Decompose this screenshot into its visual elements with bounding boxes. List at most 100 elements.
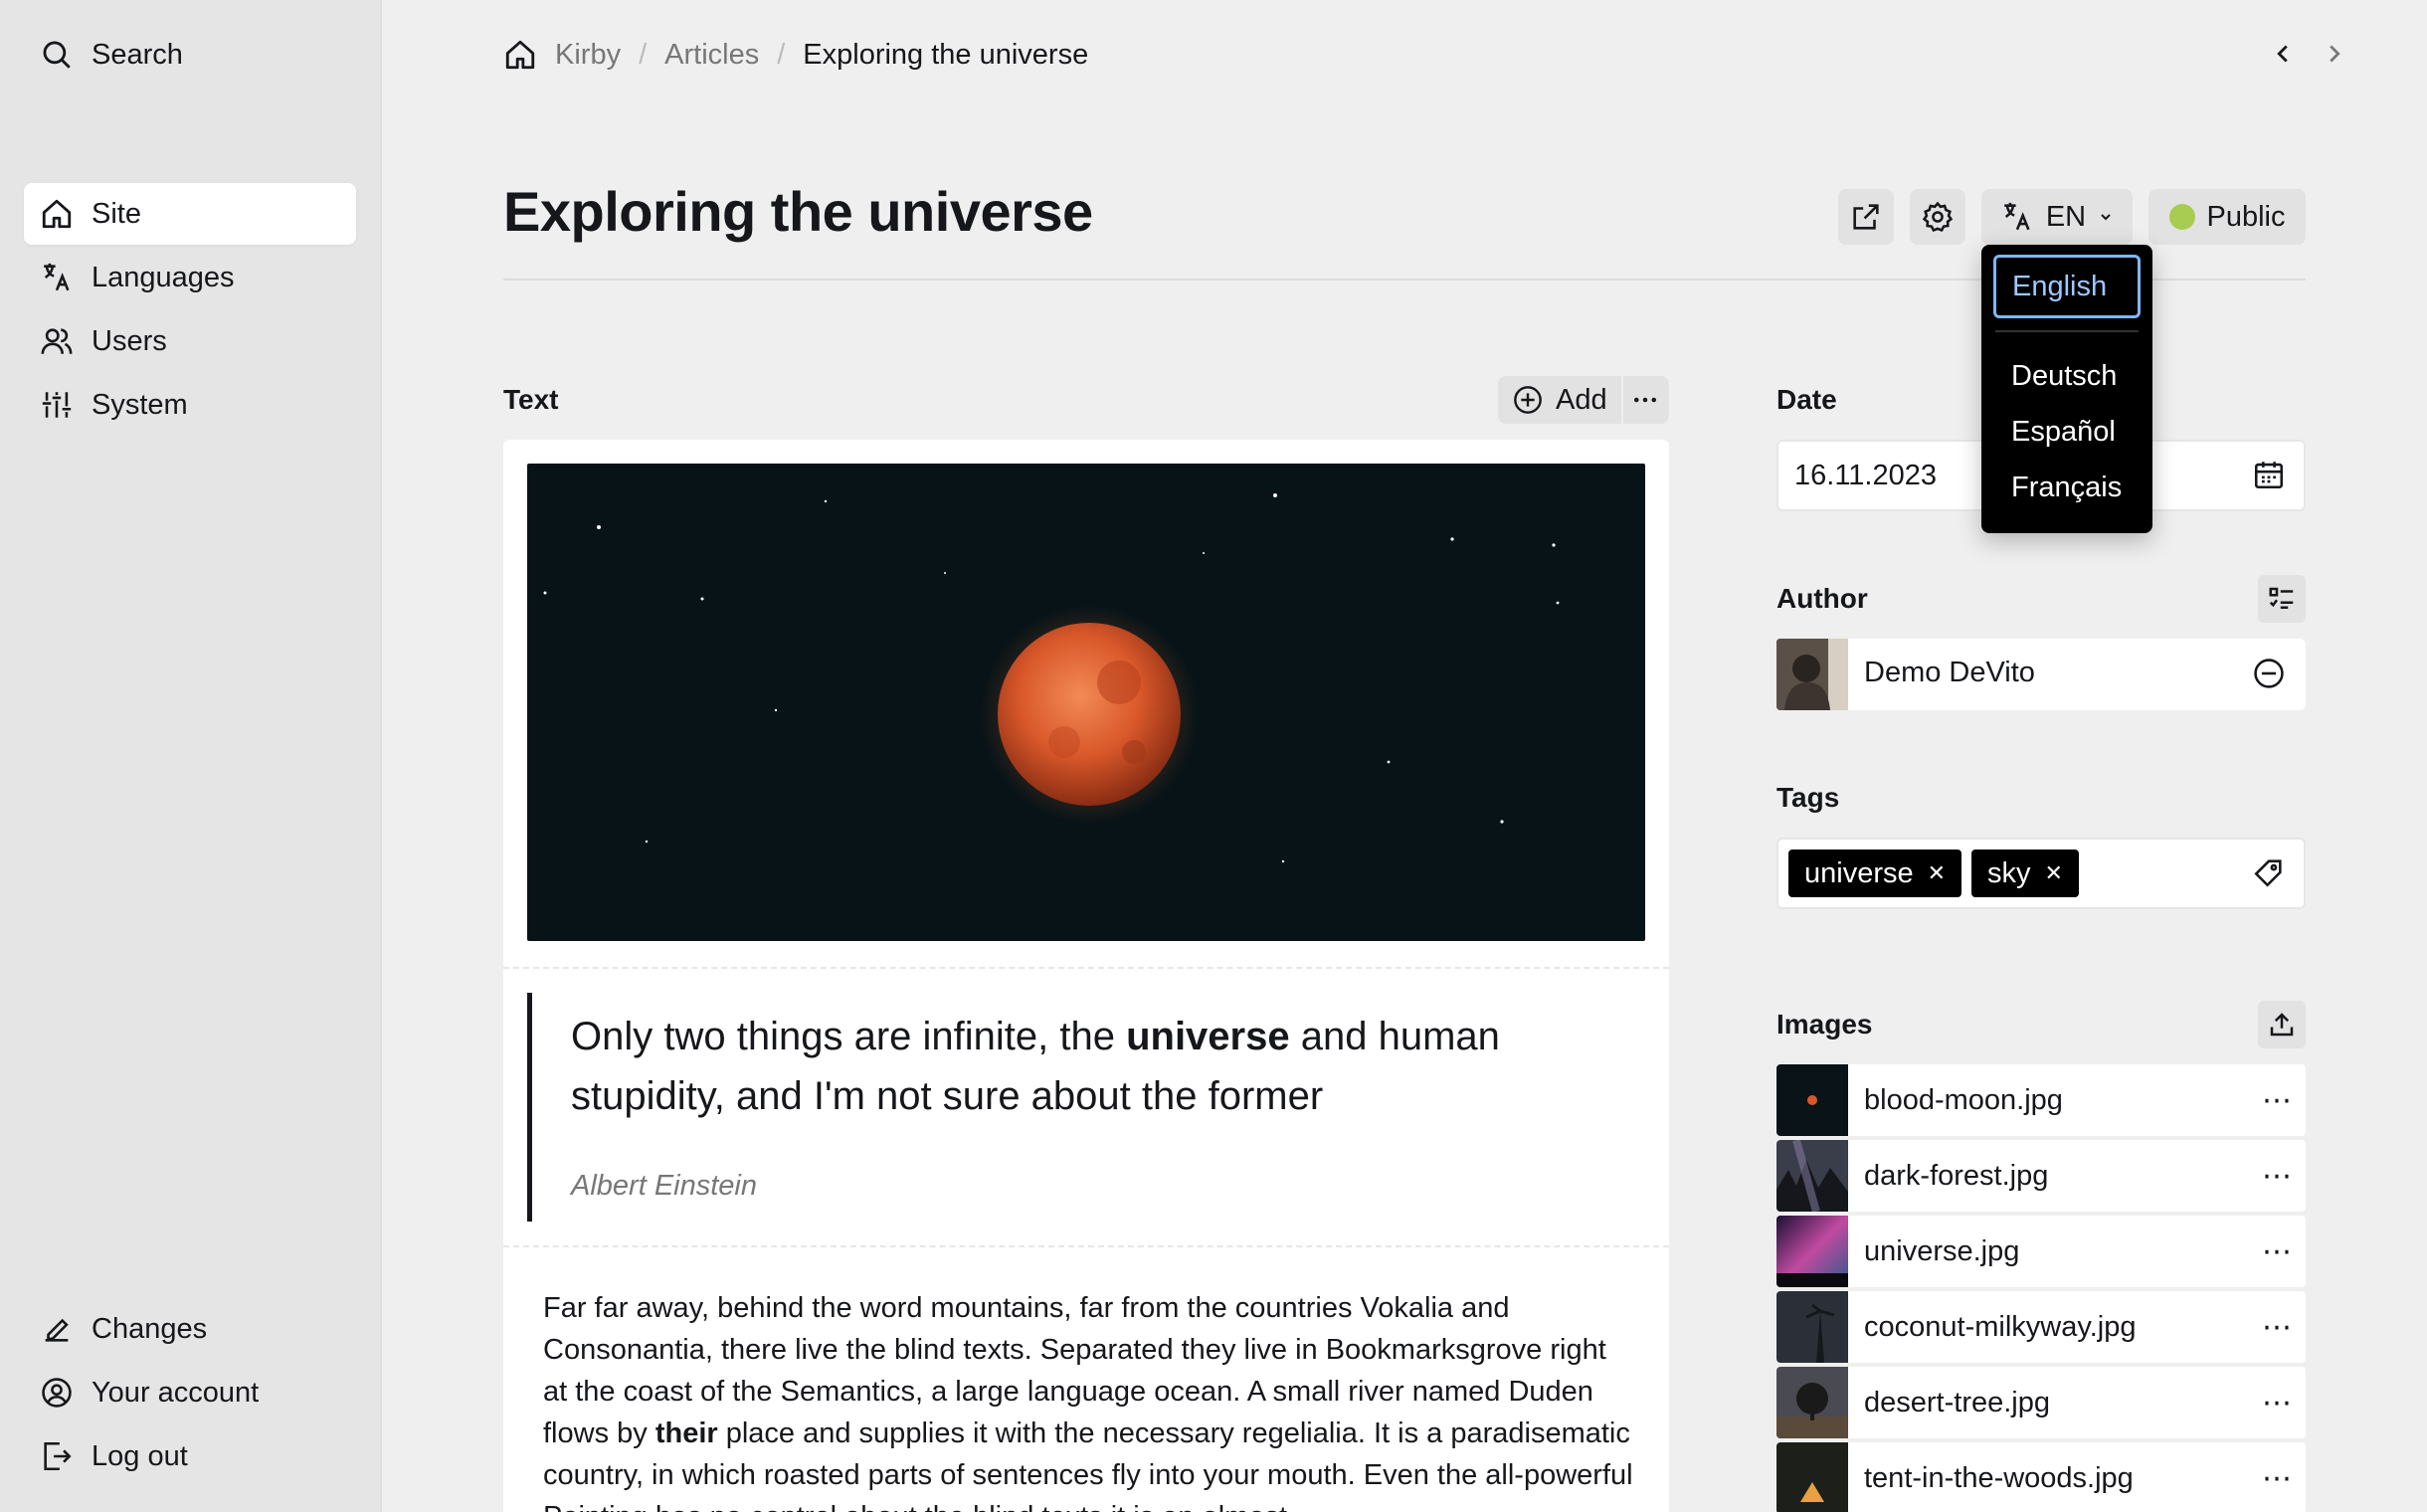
language-option[interactable]: Español xyxy=(1993,404,2141,460)
upload-icon xyxy=(2270,1013,2294,1037)
text-block[interactable]: Far far away, behind the word mountains,… xyxy=(543,1287,1637,1512)
breadcrumb-section[interactable]: Articles xyxy=(664,39,759,72)
sidebar-item-site[interactable]: Site xyxy=(24,183,356,245)
quote-bold: universe xyxy=(1126,1015,1290,1058)
date-field-label: Date xyxy=(1776,384,1837,415)
image-item[interactable]: desert-tree.jpg ⋯ xyxy=(1776,1367,2306,1438)
image-options-icon[interactable]: ⋯ xyxy=(2250,1159,2306,1194)
tag-icon xyxy=(2254,859,2282,887)
sidebar-item-logout[interactable]: Log out xyxy=(24,1425,356,1487)
quote-text: Only two things are infinite, the xyxy=(571,1015,1127,1058)
chevron-left-icon[interactable] xyxy=(2268,36,2298,72)
page-title[interactable]: Exploring the universe xyxy=(503,179,1093,244)
image-filename: tent-in-the-woods.jpg xyxy=(1864,1461,2134,1494)
text-field-label: Text xyxy=(503,384,559,415)
sidebar-item-label: Your account xyxy=(92,1376,260,1409)
image-item[interactable]: dark-forest.jpg ⋯ xyxy=(1776,1140,2306,1212)
chevron-down-icon xyxy=(2101,214,2111,221)
image-item[interactable]: tent-in-the-woods.jpg ⋯ xyxy=(1776,1442,2306,1512)
breadcrumb-separator: / xyxy=(639,38,648,71)
add-label: Add xyxy=(1556,383,1607,416)
image-thumbnail xyxy=(1776,1216,1848,1287)
image-options-icon[interactable]: ⋯ xyxy=(2250,1234,2306,1269)
language-code: EN xyxy=(2045,200,2087,233)
quote-bar xyxy=(527,993,532,1222)
blocks-editor[interactable]: Only two things are infinite, the univer… xyxy=(503,440,1669,1512)
image-item[interactable]: coconut-milkyway.jpg ⋯ xyxy=(1776,1291,2306,1363)
translate-icon xyxy=(2004,202,2030,231)
remove-icon[interactable] xyxy=(2252,657,2286,690)
home-icon xyxy=(42,199,72,229)
search-label: Search xyxy=(92,38,183,71)
image-options-icon[interactable]: ⋯ xyxy=(2250,1386,2306,1420)
sidebar-item-languages[interactable]: Languages xyxy=(24,247,356,308)
pencil-icon xyxy=(45,1318,69,1342)
more-icon xyxy=(1633,397,1656,403)
search-button[interactable]: Search xyxy=(24,24,356,86)
tag-label: sky xyxy=(1987,856,2031,889)
sidebar-item-users[interactable]: Users xyxy=(24,310,356,372)
language-option[interactable]: Deutsch xyxy=(1993,348,2141,404)
image-filename: universe.jpg xyxy=(1864,1234,2020,1267)
remove-tag-icon[interactable]: ✕ xyxy=(1928,860,1946,886)
language-button[interactable]: EN xyxy=(1981,189,2133,245)
blood-moon-image xyxy=(543,493,1560,863)
language-option[interactable]: Français xyxy=(1993,460,2141,515)
image-filename: blood-moon.jpg xyxy=(1864,1083,2063,1116)
tag-label: universe xyxy=(1804,856,1914,889)
dropdown-divider xyxy=(1995,330,2139,332)
image-block[interactable] xyxy=(527,464,1645,941)
checklist-icon xyxy=(2269,587,2294,609)
select-author-button[interactable] xyxy=(2258,575,2306,623)
avatar xyxy=(1776,639,1848,710)
upload-button[interactable] xyxy=(2258,1001,2306,1048)
image-item[interactable]: blood-moon.jpg ⋯ xyxy=(1776,1064,2306,1136)
plus-circle-icon xyxy=(1514,386,1542,414)
account-icon xyxy=(42,1378,72,1408)
block-divider xyxy=(503,967,1669,969)
chevron-right-icon[interactable] xyxy=(2320,36,2349,72)
blocks-options-button[interactable] xyxy=(1623,385,1667,415)
external-link-icon xyxy=(1853,204,1879,230)
blocks-toolbar: Add xyxy=(1498,376,1669,424)
sidebar-item-changes[interactable]: Changes xyxy=(24,1298,356,1360)
open-button[interactable] xyxy=(1838,189,1894,245)
tags-field-label: Tags xyxy=(1776,782,1840,813)
breadcrumb-current[interactable]: Exploring the universe xyxy=(803,39,1088,72)
settings-button[interactable] xyxy=(1910,189,1965,245)
sidebar-item-label: Users xyxy=(92,324,167,357)
home-icon[interactable] xyxy=(503,38,537,72)
language-option-selected[interactable]: English xyxy=(1993,255,2141,318)
date-value[interactable]: 16.11.2023 xyxy=(1794,460,1937,492)
status-button[interactable]: Public xyxy=(2148,189,2306,245)
sidebar-item-system[interactable]: System xyxy=(24,374,356,436)
image-options-icon[interactable]: ⋯ xyxy=(2250,1461,2306,1496)
add-block-button[interactable]: Add xyxy=(1498,376,1623,424)
image-options-icon[interactable]: ⋯ xyxy=(2250,1083,2306,1118)
author-item[interactable] xyxy=(1776,639,2306,710)
image-thumbnail xyxy=(1776,1140,1848,1212)
calendar-icon[interactable] xyxy=(2252,458,2286,491)
breadcrumb-home[interactable]: Kirby xyxy=(555,39,621,72)
status-dot xyxy=(2168,204,2195,230)
sidebar: Search Site Languages Users System Chang… xyxy=(0,0,382,1512)
image-thumbnail xyxy=(1776,1064,1848,1136)
users-icon xyxy=(41,328,73,354)
remove-tag-icon[interactable]: ✕ xyxy=(2045,860,2063,886)
sidebar-item-label: Changes xyxy=(92,1312,208,1345)
sidebar-item-label: Log out xyxy=(92,1439,188,1472)
image-filename: dark-forest.jpg xyxy=(1864,1159,2049,1192)
block-divider xyxy=(503,1245,1669,1247)
quote-block[interactable]: Only two things are infinite, the univer… xyxy=(571,1007,1546,1126)
image-options-icon[interactable]: ⋯ xyxy=(2250,1310,2306,1345)
page-nav xyxy=(2268,36,2349,72)
sidebar-item-account[interactable]: Your account xyxy=(24,1362,356,1423)
author-field-label: Author xyxy=(1776,583,1868,614)
tag[interactable]: sky ✕ xyxy=(1971,850,2079,897)
image-filename: coconut-milkyway.jpg xyxy=(1864,1310,2137,1343)
sidebar-item-label: Site xyxy=(92,197,141,230)
breadcrumb: Kirby / Articles / Exploring the univers… xyxy=(503,34,1088,76)
tag[interactable]: universe ✕ xyxy=(1788,850,1962,897)
image-item[interactable]: universe.jpg ⋯ xyxy=(1776,1216,2306,1287)
quote-citation: Albert Einstein xyxy=(571,1170,757,1202)
